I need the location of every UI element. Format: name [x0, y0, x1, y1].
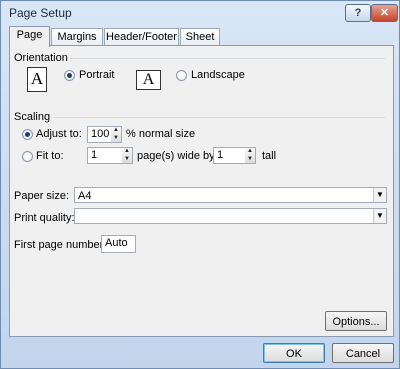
scaling-divider — [54, 117, 385, 118]
window-title: Page Setup — [9, 6, 72, 20]
normal-size-suffix: % normal size — [126, 128, 196, 140]
options-button[interactable]: Options... — [325, 311, 387, 331]
close-button[interactable]: ✕ — [371, 4, 398, 22]
paper-size-label: Paper size: — [14, 190, 70, 202]
chevron-down-icon[interactable]: ▼ — [373, 188, 386, 202]
print-quality-label: Print quality: — [14, 212, 75, 224]
spin-down-icon[interactable]: ▼ — [245, 156, 255, 163]
portrait-label[interactable]: Portrait — [79, 69, 114, 81]
spin-down-icon[interactable]: ▼ — [111, 135, 121, 142]
tab-header-footer[interactable]: Header/Footer — [104, 28, 179, 46]
landscape-page-icon: A — [136, 70, 161, 90]
page-tab-panel: Orientation A Portrait A Landscape Scali… — [9, 45, 394, 337]
ok-button[interactable]: OK — [263, 343, 325, 363]
portrait-radio[interactable] — [64, 70, 75, 81]
adjust-to-radio[interactable] — [22, 129, 33, 140]
help-button[interactable]: ? — [345, 4, 371, 22]
chevron-down-icon[interactable]: ▼ — [373, 209, 386, 223]
scaling-heading: Scaling — [14, 111, 51, 123]
spin-up-icon[interactable]: ▲ — [122, 148, 132, 155]
adjust-to-label[interactable]: Adjust to: — [36, 128, 82, 140]
page-setup-dialog: Page Setup ? ✕ Page Margins Header/Foote… — [0, 0, 400, 369]
fit-to-radio[interactable] — [22, 151, 33, 162]
fit-pages-wide-spinner[interactable]: ▲ ▼ — [122, 147, 133, 164]
adjust-to-input[interactable]: 100 — [87, 126, 112, 143]
portrait-page-icon: A — [27, 67, 47, 92]
fit-pages-tall-spinner[interactable]: ▲ ▼ — [245, 147, 256, 164]
landscape-label[interactable]: Landscape — [191, 69, 245, 81]
first-page-number-label: First page number: — [14, 239, 107, 251]
fit-pages-wide-input[interactable]: 1 — [87, 147, 123, 164]
cancel-button[interactable]: Cancel — [332, 343, 394, 363]
first-page-number-input[interactable]: Auto — [101, 235, 136, 253]
orientation-divider — [70, 58, 385, 59]
adjust-to-spinner[interactable]: ▲ ▼ — [111, 126, 122, 143]
tab-page[interactable]: Page — [9, 26, 50, 47]
orientation-heading: Orientation — [14, 52, 68, 64]
tall-suffix: tall — [262, 150, 277, 162]
spin-up-icon[interactable]: ▲ — [245, 148, 255, 155]
fit-pages-tall-input[interactable]: 1 — [213, 147, 246, 164]
spin-down-icon[interactable]: ▼ — [122, 156, 132, 163]
paper-size-value: A4 — [78, 190, 92, 202]
pages-wide-suffix: page(s) wide by — [137, 150, 215, 162]
tab-margins[interactable]: Margins — [51, 28, 103, 46]
paper-size-select[interactable]: A4 ▼ — [74, 187, 387, 203]
fit-to-label[interactable]: Fit to: — [36, 150, 64, 162]
spin-up-icon[interactable]: ▲ — [111, 127, 121, 134]
tab-sheet[interactable]: Sheet — [180, 28, 220, 46]
landscape-radio[interactable] — [176, 70, 187, 81]
print-quality-select[interactable]: ▼ — [74, 208, 387, 224]
title-bar: Page Setup ? ✕ — [1, 1, 399, 25]
